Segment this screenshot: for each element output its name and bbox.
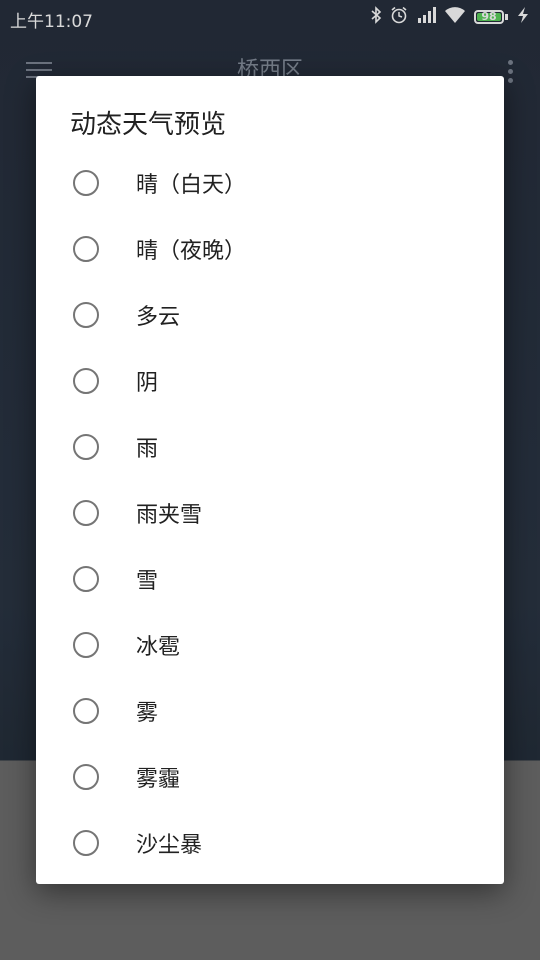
radio-button[interactable]	[73, 434, 99, 460]
option-label: 晴（白天）	[136, 173, 247, 198]
option-cloudy[interactable]: 多云	[36, 282, 504, 348]
radio-button[interactable]	[73, 764, 99, 790]
option-label: 冰雹	[136, 635, 181, 660]
option-snow[interactable]: 雪	[36, 546, 504, 612]
radio-button[interactable]	[73, 170, 99, 196]
weather-options-list: 晴（白天） 晴（夜晚） 多云 阴 雨 雨夹雪 雪 冰雹 雾 雾霾 沙尘暴	[36, 150, 504, 876]
radio-button[interactable]	[73, 500, 99, 526]
radio-button[interactable]	[73, 368, 99, 394]
option-label: 雪	[136, 569, 159, 594]
option-sunny-day[interactable]: 晴（白天）	[36, 150, 504, 216]
radio-button[interactable]	[73, 698, 99, 724]
radio-button[interactable]	[73, 302, 99, 328]
option-rain[interactable]: 雨	[36, 414, 504, 480]
option-label: 多云	[136, 305, 181, 330]
option-haze[interactable]: 雾霾	[36, 744, 504, 810]
radio-button[interactable]	[73, 566, 99, 592]
radio-button[interactable]	[73, 236, 99, 262]
option-sleet[interactable]: 雨夹雪	[36, 480, 504, 546]
option-overcast[interactable]: 阴	[36, 348, 504, 414]
option-label: 阴	[136, 371, 159, 396]
option-hail[interactable]: 冰雹	[36, 612, 504, 678]
option-label: 沙尘暴	[136, 833, 203, 858]
radio-button[interactable]	[73, 830, 99, 856]
option-sandstorm[interactable]: 沙尘暴	[36, 810, 504, 876]
option-label: 雨夹雪	[136, 503, 203, 528]
option-sunny-night[interactable]: 晴（夜晚）	[36, 216, 504, 282]
option-label: 晴（夜晚）	[136, 239, 247, 264]
option-label: 雾	[136, 701, 159, 726]
dialog-title: 动态天气预览	[70, 110, 227, 140]
radio-button[interactable]	[73, 632, 99, 658]
option-fog[interactable]: 雾	[36, 678, 504, 744]
weather-preview-dialog: 动态天气预览 晴（白天） 晴（夜晚） 多云 阴 雨 雨夹雪 雪 冰雹 雾 雾霾 …	[36, 76, 504, 884]
option-label: 雾霾	[136, 767, 181, 792]
option-label: 雨	[136, 437, 159, 462]
